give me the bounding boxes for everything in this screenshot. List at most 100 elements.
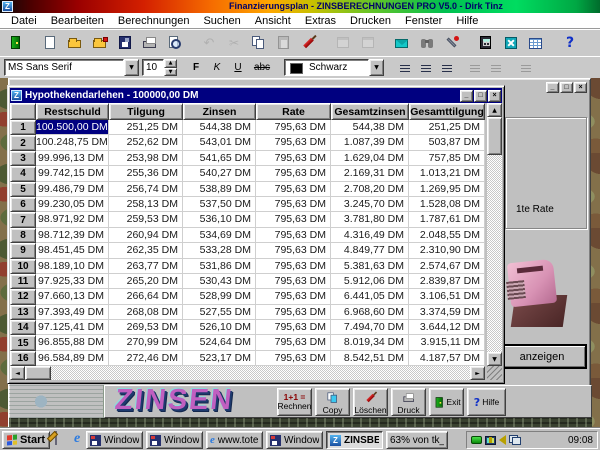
cell-gesamtzinsen[interactable]: 2.169,31 DM bbox=[331, 166, 409, 181]
column-header-zinsen[interactable]: Zinsen bbox=[183, 103, 256, 120]
cell-zinsen[interactable]: 540,27 DM bbox=[183, 166, 256, 181]
task-download-progress[interactable]: 63% von tk_do... bbox=[386, 431, 448, 449]
cell-zinsen[interactable]: 544,38 DM bbox=[183, 120, 256, 135]
cell-gesamttilgung[interactable]: 2.048,55 DM bbox=[409, 228, 485, 243]
erase-button[interactable] bbox=[297, 32, 321, 54]
row-number[interactable]: 5 bbox=[10, 182, 36, 197]
cell-zinsen[interactable]: 528,99 DM bbox=[183, 289, 256, 304]
rechnen-button[interactable]: 1+1 = Rechnen bbox=[277, 388, 312, 416]
cell-restschuld[interactable]: 99.742,15 DM bbox=[36, 166, 109, 181]
row-number[interactable]: 7 bbox=[10, 212, 36, 227]
cell-tilgung[interactable]: 272,46 DM bbox=[109, 351, 183, 366]
cell-zinsen[interactable]: 531,86 DM bbox=[183, 259, 256, 274]
cell-gesamtzinsen[interactable]: 7.494,70 DM bbox=[331, 320, 409, 335]
cell-zinsen[interactable]: 538,89 DM bbox=[183, 182, 256, 197]
row-number[interactable]: 3 bbox=[10, 151, 36, 166]
cell-gesamtzinsen[interactable]: 6.441,05 DM bbox=[331, 289, 409, 304]
cell-tilgung[interactable]: 253,98 DM bbox=[109, 151, 183, 166]
font-color-combo[interactable]: Schwarz ▼ bbox=[284, 59, 384, 76]
cell-zinsen[interactable]: 523,17 DM bbox=[183, 351, 256, 366]
cell-rate[interactable]: 795,63 DM bbox=[256, 166, 331, 181]
cell-rate[interactable]: 795,63 DM bbox=[256, 305, 331, 320]
print-preview-button[interactable] bbox=[163, 32, 187, 54]
network-icon[interactable] bbox=[509, 435, 521, 445]
horizontal-scrollbar[interactable]: ◄ ► bbox=[10, 366, 485, 380]
strikethrough-button[interactable]: abc bbox=[250, 59, 274, 76]
scroll-down-icon[interactable]: ▼ bbox=[487, 352, 502, 366]
cell-rate[interactable]: 795,63 DM bbox=[256, 197, 331, 212]
druck-button[interactable]: Druck bbox=[391, 388, 426, 416]
cell-zinsen[interactable]: 537,50 DM bbox=[183, 197, 256, 212]
font-name-combo[interactable]: MS Sans Serif ▼ bbox=[4, 59, 139, 76]
cell-rate[interactable]: 795,63 DM bbox=[256, 274, 331, 289]
save-button[interactable] bbox=[113, 32, 137, 54]
cell-rate[interactable]: 795,63 DM bbox=[256, 351, 331, 366]
menu-item[interactable]: Bearbeiten bbox=[44, 14, 111, 28]
cell-gesamttilgung[interactable]: 1.528,08 DM bbox=[409, 197, 485, 212]
row-number[interactable]: 16 bbox=[10, 351, 36, 366]
form-minimize-button[interactable]: _ bbox=[546, 82, 559, 93]
resize-grip[interactable] bbox=[487, 366, 502, 380]
row-number[interactable]: 2 bbox=[10, 135, 36, 150]
task-windows-1[interactable]: Windows C... bbox=[86, 431, 143, 449]
cell-gesamttilgung[interactable]: 3.374,59 DM bbox=[409, 305, 485, 320]
spinner-down-icon[interactable]: ▼ bbox=[164, 68, 177, 77]
menu-item[interactable]: Datei bbox=[4, 14, 44, 28]
underline-button[interactable]: U bbox=[229, 59, 247, 76]
cell-restschuld[interactable]: 97.660,13 DM bbox=[36, 289, 109, 304]
status-led-icon[interactable] bbox=[471, 436, 482, 444]
cell-rate[interactable]: 795,63 DM bbox=[256, 182, 331, 197]
anzeigen-button[interactable]: anzeigen bbox=[497, 344, 587, 369]
cell-restschuld[interactable]: 99.996,13 DM bbox=[36, 151, 109, 166]
cell-gesamttilgung[interactable]: 757,85 DM bbox=[409, 151, 485, 166]
italic-button[interactable]: K bbox=[208, 59, 226, 76]
menu-item[interactable]: Ansicht bbox=[248, 14, 298, 28]
cell-gesamtzinsen[interactable]: 5.912,06 DM bbox=[331, 274, 409, 289]
menu-item[interactable]: Suchen bbox=[196, 14, 247, 28]
cell-zinsen[interactable]: 526,10 DM bbox=[183, 320, 256, 335]
cell-tilgung[interactable]: 268,08 DM bbox=[109, 305, 183, 320]
row-number[interactable]: 1 bbox=[10, 120, 36, 135]
menu-item[interactable]: Fenster bbox=[398, 14, 449, 28]
cell-zinsen[interactable]: 536,10 DM bbox=[183, 212, 256, 227]
task-windows-3[interactable]: Windows C... bbox=[266, 431, 323, 449]
cell-zinsen[interactable]: 543,01 DM bbox=[183, 135, 256, 150]
cell-gesamttilgung[interactable]: 503,87 DM bbox=[409, 135, 485, 150]
cell-gesamttilgung[interactable]: 2.310,90 DM bbox=[409, 243, 485, 258]
row-number[interactable]: 9 bbox=[10, 243, 36, 258]
cell-gesamttilgung[interactable]: 3.644,12 DM bbox=[409, 320, 485, 335]
copy-action-button[interactable]: Copy bbox=[315, 388, 350, 416]
cell-restschuld[interactable]: 97.125,41 DM bbox=[36, 320, 109, 335]
cell-tilgung[interactable]: 259,53 DM bbox=[109, 212, 183, 227]
scroll-right-icon[interactable]: ► bbox=[470, 366, 485, 380]
cell-tilgung[interactable]: 263,77 DM bbox=[109, 259, 183, 274]
row-number[interactable]: 8 bbox=[10, 228, 36, 243]
new-file-button[interactable] bbox=[38, 32, 62, 54]
cell-restschuld[interactable]: 100.500,00 DM bbox=[36, 120, 109, 135]
font-dropdown-button[interactable]: ▼ bbox=[124, 59, 139, 76]
cell-gesamtzinsen[interactable]: 1.087,39 DM bbox=[331, 135, 409, 150]
cell-gesamtzinsen[interactable]: 8.019,34 DM bbox=[331, 335, 409, 350]
cell-restschuld[interactable]: 98.712,39 DM bbox=[36, 228, 109, 243]
corner-header[interactable] bbox=[10, 103, 36, 120]
cell-gesamtzinsen[interactable]: 2.708,20 DM bbox=[331, 182, 409, 197]
cell-gesamtzinsen[interactable]: 3.781,80 DM bbox=[331, 212, 409, 227]
row-number[interactable]: 13 bbox=[10, 305, 36, 320]
settings-button[interactable] bbox=[440, 32, 464, 54]
font-size-spinner[interactable]: 10 ▲ ▼ bbox=[142, 59, 177, 76]
menu-item[interactable]: Extras bbox=[298, 14, 343, 28]
cell-gesamttilgung[interactable]: 4.187,57 DM bbox=[409, 351, 485, 366]
cell-gesamtzinsen[interactable]: 3.245,70 DM bbox=[331, 197, 409, 212]
desktop-shortcut-icon[interactable] bbox=[55, 432, 70, 447]
column-header-rate[interactable]: Rate bbox=[256, 103, 331, 120]
cell-gesamtzinsen[interactable]: 6.968,60 DM bbox=[331, 305, 409, 320]
vertical-scrollbar[interactable]: ▲ ▼ bbox=[487, 103, 502, 366]
cell-gesamttilgung[interactable]: 251,25 DM bbox=[409, 120, 485, 135]
form-maximize-button[interactable]: □ bbox=[560, 82, 573, 93]
cell-gesamtzinsen[interactable]: 544,38 DM bbox=[331, 120, 409, 135]
cell-restschuld[interactable]: 100.248,75 DM bbox=[36, 135, 109, 150]
cell-zinsen[interactable]: 524,64 DM bbox=[183, 335, 256, 350]
scroll-left-icon[interactable]: ◄ bbox=[10, 366, 25, 380]
cell-rate[interactable]: 795,63 DM bbox=[256, 243, 331, 258]
export-button[interactable] bbox=[499, 32, 523, 54]
